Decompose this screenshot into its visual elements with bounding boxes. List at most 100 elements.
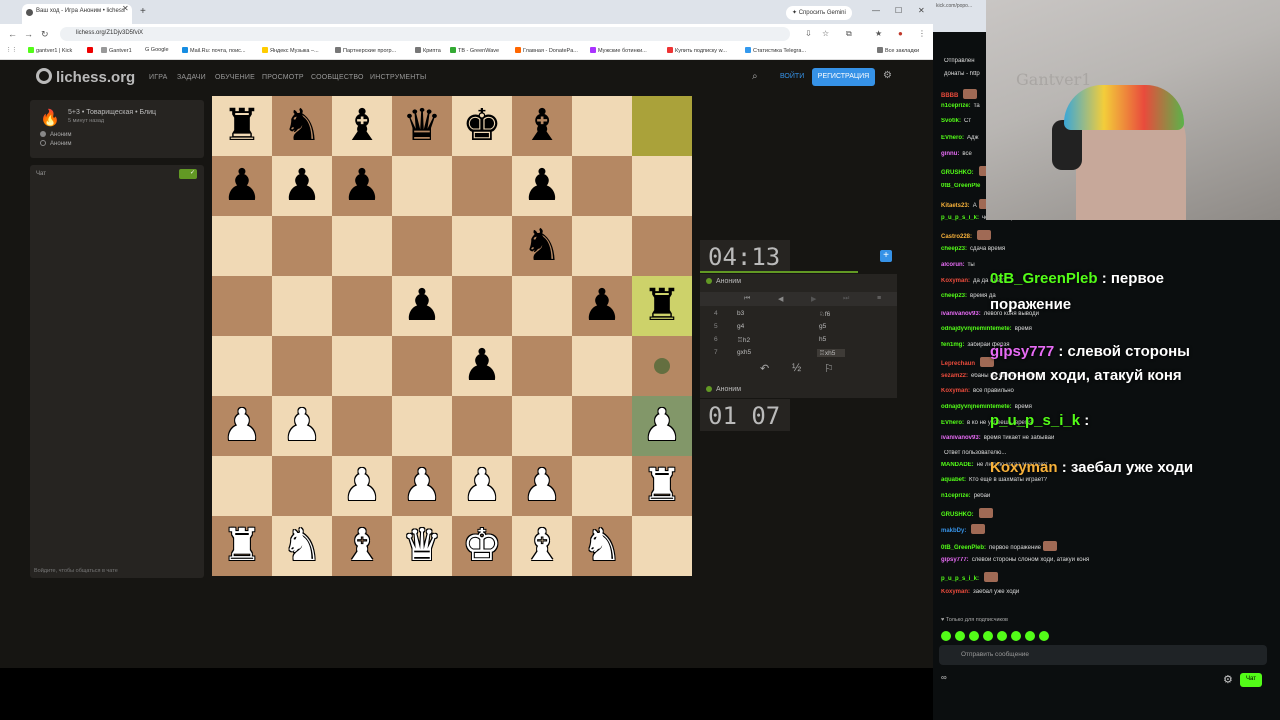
bookmark-2[interactable] [87,47,95,54]
tab-lichess[interactable]: Ваш ход - Игра Аноним • lichess [22,4,132,24]
nav-play[interactable]: ИГРА [149,74,168,81]
chat-input-placeholder[interactable]: Войдите, чтобы общаться в чате [34,568,118,574]
white-pawn-icon[interactable]: ♟ [632,396,692,456]
chat-username[interactable]: Kitaets23: [941,203,970,209]
bookmark-5[interactable]: Mail.Ru: почта, поис... [182,47,246,54]
white-bishop-icon[interactable]: ♝ [332,516,392,576]
black-bishop-icon[interactable]: ♝ [332,96,392,156]
black-knight-icon[interactable]: ♞ [272,96,332,156]
chat-username[interactable]: Castro228: [941,234,972,240]
maximize-icon[interactable]: ☐ [895,6,902,15]
emote-icon[interactable] [997,631,1007,641]
emote-icon[interactable] [955,631,965,641]
signin-link[interactable]: ВОЙТИ [780,73,804,80]
chat-username[interactable]: 0tB_GreenPle [941,183,980,189]
chat-username[interactable]: alcorun: [941,262,965,268]
chat-username[interactable]: ivanivanov93: [941,311,981,317]
chat-username[interactable]: GRUSHKO: [941,170,974,176]
extensions-icon[interactable]: ⧉ [846,29,852,39]
infinity-icon[interactable]: ∞ [941,673,947,682]
emote-icon[interactable] [1039,631,1049,641]
white-pawn-icon[interactable]: ♟ [452,456,512,516]
resign-flag-icon[interactable]: ⚐ [824,362,834,375]
close-tab-icon[interactable]: ✕ [122,4,129,13]
board-square[interactable] [212,276,272,336]
player-white[interactable]: Аноним [40,131,71,138]
bookmark-3[interactable]: Gantver1 [101,47,132,54]
black-pawn-icon[interactable]: ♟ [572,276,632,336]
bookmark-1[interactable]: gantver1 | Kick [28,47,72,54]
reload-icon[interactable]: ↻ [41,29,49,40]
bookmark-7[interactable]: Партнерские прогр... [335,47,396,54]
next-move-icon[interactable]: ▶ [811,295,816,303]
board-square[interactable] [212,456,272,516]
board-square[interactable] [452,156,512,216]
chat-username[interactable]: aquabet: [941,477,966,483]
board-square[interactable] [392,156,452,216]
nav-watch[interactable]: ПРОСМОТР [262,74,304,81]
bookmark-8[interactable]: Крипта [415,47,441,54]
black-rook-icon[interactable]: ♜ [632,276,692,336]
white-move[interactable]: b3 [737,310,744,317]
board-square[interactable] [512,396,572,456]
chat-username[interactable]: EVhero: [941,420,964,426]
chat-username[interactable]: GRUSHKO: [941,512,974,518]
register-button[interactable]: РЕГИСТРАЦИЯ [812,68,875,86]
kick-tab[interactable]: kick.com/popo... [933,0,987,32]
bookmark-10[interactable]: Главная - DonatePa... [515,47,578,54]
bookmark-star-icon[interactable]: ☆ [822,29,829,38]
black-rook-icon[interactable]: ♜ [212,96,272,156]
white-move[interactable]: ♖h2 [737,336,750,344]
chat-username[interactable]: n1ceprize: [941,493,971,499]
menu-icon[interactable]: ≡ [877,295,881,302]
chess-board[interactable]: ♜ ♞ ♝ ♛ ♚ ♝ ♟ ♟ ♟ ♟ ♞ ♟ ♟ ♜ ♟ ♟ ♟ ♟ ♟ ♟ ♟ ♟ ♜ ♜ ♞ ♝ ♛ ♚ ♝ ♞ [212,96,692,576]
chat-username[interactable]: n1ceprize: [941,103,971,109]
board-square[interactable] [512,276,572,336]
player-black[interactable]: Аноним [40,140,71,147]
bookmark-6[interactable]: Яндекс Музыка –... [262,47,319,54]
white-knight-icon[interactable]: ♞ [272,516,332,576]
board-square[interactable] [272,336,332,396]
board-square[interactable] [212,336,272,396]
black-knight-icon[interactable]: ♞ [512,216,572,276]
emote-icon[interactable] [941,631,951,641]
chat-username[interactable]: makbDy: [941,528,966,534]
emote-icon[interactable] [983,631,993,641]
bookmark-12[interactable]: Купить подписку w... [667,47,727,54]
offer-draw-button[interactable]: ½ [792,362,801,374]
board-square[interactable] [632,516,692,576]
install-icon[interactable]: ⇩ [805,29,812,38]
board-square[interactable] [632,156,692,216]
black-pawn-icon[interactable]: ♟ [272,156,332,216]
board-square[interactable] [392,216,452,276]
board-square[interactable] [272,456,332,516]
board-square[interactable] [392,336,452,396]
board-square[interactable] [572,396,632,456]
gear-icon[interactable]: ⚙ [1223,673,1233,686]
black-move[interactable]: ♘f6 [819,310,830,318]
chat-username[interactable]: sezam22: [941,373,968,379]
chat-username[interactable]: odnajdyvnjnemintemete: [941,326,1012,332]
board-square[interactable] [572,156,632,216]
white-king-icon[interactable]: ♚ [452,516,512,576]
white-pawn-icon[interactable]: ♟ [512,456,572,516]
board-square[interactable] [272,216,332,276]
nav-tools[interactable]: ИНСТРУМЕНТЫ [370,74,426,81]
white-move[interactable]: g4 [737,323,744,330]
chat-username[interactable]: Svotik: [941,118,961,124]
white-bishop-icon[interactable]: ♝ [512,516,572,576]
white-pawn-icon[interactable]: ♟ [272,396,332,456]
chat-username[interactable]: Koxyman: [941,589,970,595]
first-move-icon[interactable]: ⏮ [744,295,750,303]
board-square[interactable] [212,216,272,276]
chat-username[interactable]: 0tB_GreenPleb: [941,545,986,551]
chat-toggle[interactable]: ✓ [179,169,197,179]
forward-icon[interactable]: → [24,29,33,39]
board-square[interactable] [392,396,452,456]
white-rook-icon[interactable]: ♜ [212,516,272,576]
chat-username[interactable]: fen1mg: [941,342,964,348]
add-time-button[interactable]: + [880,250,892,262]
board-square[interactable] [332,216,392,276]
bookmark-9[interactable]: TB - GreenWave [450,47,499,54]
chat-send-button[interactable]: Чат [1240,673,1262,687]
